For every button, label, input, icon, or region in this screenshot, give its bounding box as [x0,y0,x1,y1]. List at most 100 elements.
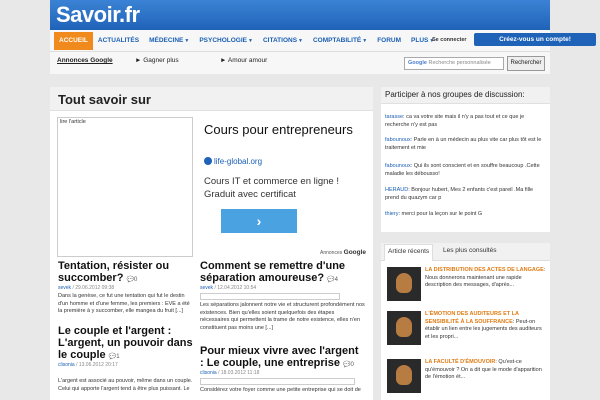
post-title[interactable]: La faculté d'émouvoir [425,359,495,365]
article-title-text: Le couple et l'argent : L'argent, un pou… [58,325,193,361]
article-excerpt: L'argent est associé au pouvoir, même da… [58,378,193,392]
article-tabs: Article récents Les plus consultés [381,243,550,261]
nav-item-label: PSYCHOLOGIE [199,37,248,44]
ad-text: Cours IT et commerce en ligne ! Graduit … [204,176,339,200]
recent-post[interactable]: L'émotion des auditeurs et la sensibilit… [387,311,547,351]
post-text: L'émotion des auditeurs et la sensibilit… [425,311,542,340]
comment-user[interactable]: HERAUD [385,187,408,193]
main-title: Tout savoir sur [50,87,373,111]
comment-count: 💬0 [343,362,354,368]
comment-count: 💬4 [327,277,338,283]
comment-item[interactable]: thiery: merci pour la leçon sur le point… [385,211,547,219]
articles-panel: Article récents Les plus consultés La di… [381,243,550,400]
post-text: La distribution des actes de langage: No… [425,267,546,288]
chevron-down-icon: ▼ [248,38,253,44]
site-header: Savoir.fr [50,0,550,30]
thumbnail-label: lire l'article [60,119,86,125]
comment-item[interactable]: tarasse: ca va votre site mais il n'y a … [385,114,547,129]
article-title[interactable]: Comment se remettre d'une séparation amo… [200,260,365,284]
article-title[interactable]: Le couple et l'argent : L'argent, un pou… [58,325,193,361]
tab-recent[interactable]: Article récents [384,244,434,261]
chevron-down-icon: ▼ [184,38,190,44]
discussion-panel: Participer à nos groupes de discussion: … [381,87,550,232]
article-item[interactable]: Comment se remettre d'une séparation amo… [200,260,365,332]
ad-link-gagner[interactable]: ► Gagner plus [135,57,179,64]
author-link[interactable]: sevek [200,285,213,291]
article-meta: sevek / 12.04.2012 10:54 [200,285,257,291]
article-title-text: Comment se remettre d'une séparation amo… [200,260,346,284]
author-link[interactable]: clisonia [200,370,217,376]
article-item[interactable]: Pour mieux vivre avec l'argent : Le coup… [200,345,365,395]
ad-block[interactable]: Cours pour entrepreneurs life-global.org… [200,117,370,257]
nav-item-label: CITATIONS [262,37,298,44]
ad-footer-brand: Google [343,249,367,256]
nav-item-label: PLUS [411,37,429,44]
article-title-text: Pour mieux vivre avec l'argent : Le coup… [200,345,359,369]
nav-item-label: MÉDECINE [149,37,184,44]
nav-item-4[interactable]: CITATIONS▼ [258,32,308,50]
excerpt-thumbnail [200,378,355,385]
recent-post[interactable]: La faculté d'émouvoir: Qu'est-ce qu'émou… [387,359,547,399]
ad-url-text: life-global.org [214,157,263,166]
site-logo[interactable]: Savoir.fr [56,2,140,28]
ad-link-amour[interactable]: ► Amour amour [220,57,267,64]
post-title[interactable]: La distribution des actes de langage [425,267,544,273]
chevron-down-icon: ▼ [298,38,303,44]
post-title[interactable]: L'émotion des auditeurs et la sensibilit… [425,311,519,325]
comment-item[interactable]: HERAUD: Bonjour hubert, Mes 2 enfants c'… [385,187,547,202]
article-excerpt: Dans la genèse, ce fut une tentation qui… [58,293,190,314]
comment-count: 💬1 [108,354,120,360]
nav-list: ACCUEIL ACTUALITÉS MÉDECINE▼ PSYCHOLOGIE▼ CI… [54,32,439,50]
article-thumbnail[interactable]: lire l'article [57,117,193,257]
nav-item-0[interactable]: ACCUEIL [54,32,93,50]
discussion-title: Participer à nos groupes de discussion: [381,87,550,104]
excerpt-thumbnail [200,293,340,300]
ad-links-bar: Annonces Google ► Gagner plus ► Amour am… [50,52,550,74]
article-title[interactable]: Tentation, résister ou succomber? 💬0 [58,260,193,284]
nav-item-2[interactable]: MÉDECINE▼ [144,32,194,50]
ad-arrow-button[interactable]: › [221,209,297,233]
search-input[interactable]: Google Recherche personnalisée [404,57,504,70]
comment-user[interactable]: fabounoux [385,137,411,143]
article-meta: clisonia / 18.03.2012 11:18 [200,370,260,376]
nav-item-5[interactable]: COMPTABILITÉ▼ [308,32,372,50]
article-item[interactable]: Tentation, résister ou succomber? 💬0 sev… [58,260,193,316]
nav-item-3[interactable]: PSYCHOLOGIE▼ [194,32,258,50]
author-link[interactable]: sevek [58,285,71,291]
page: Savoir.fr ACCUEIL ACTUALITÉS MÉDECINE▼ PSYC… [0,0,600,400]
comment-user[interactable]: fabounoux [385,163,411,169]
article-item[interactable]: Le couple et l'argent : L'argent, un pou… [58,325,193,393]
login-link[interactable]: Se connecter [432,37,467,43]
article-meta: sevek / 29.06.2012 09:38 [58,285,115,291]
nav-item-1[interactable]: ACTUALITÉS [93,32,144,50]
main-panel: Tout savoir sur lire l'article Cours pou… [50,87,373,400]
post-image[interactable] [387,311,421,345]
main-nav: ACCUEIL ACTUALITÉS MÉDECINE▼ PSYCHOLOGIE▼ CI… [50,30,596,52]
post-image[interactable] [387,359,421,393]
comment-user[interactable]: tarasse [385,114,403,120]
search-placeholder: Recherche personnalisée [428,60,491,66]
nav-item-label: ACTUALITÉS [97,37,140,44]
search-brand: Google [408,60,427,66]
article-title-text: Tentation, résister ou succomber? [58,260,170,284]
tab-most-viewed[interactable]: Les plus consultés [443,247,496,254]
recent-post[interactable]: La distribution des actes de langage: No… [387,267,547,307]
comment-item[interactable]: fabounoux: Qui ils sont conscient et en … [385,163,547,178]
ad-footer-prefix: Annonces [320,250,343,256]
article-excerpt: Les séparations jalonnent notre vie et s… [200,302,365,331]
comment-item[interactable]: fabounoux: Parle en à un médecin au plus… [385,137,547,152]
article-title[interactable]: Pour mieux vivre avec l'argent : Le coup… [200,345,365,369]
comment-count: 💬0 [126,277,138,283]
ad-title[interactable]: Cours pour entrepreneurs [204,121,353,138]
ad-label[interactable]: Annonces Google [57,57,113,64]
search-button[interactable]: Rechercher [507,56,545,71]
author-link[interactable]: clisonia [58,362,75,368]
nav-item-label: COMPTABILITÉ [312,37,362,44]
nav-item-6[interactable]: FORUM [372,32,406,50]
article-meta: clisonia / 13.06.2012 20:17 [58,362,118,368]
signup-button[interactable]: Créez-vous un compte! [474,33,596,46]
post-image[interactable] [387,267,421,301]
comment-user[interactable]: thiery [385,211,398,217]
post-text: La faculté d'émouvoir: Qu'est-ce qu'émou… [425,359,542,380]
ad-url[interactable]: life-global.org [204,157,262,166]
